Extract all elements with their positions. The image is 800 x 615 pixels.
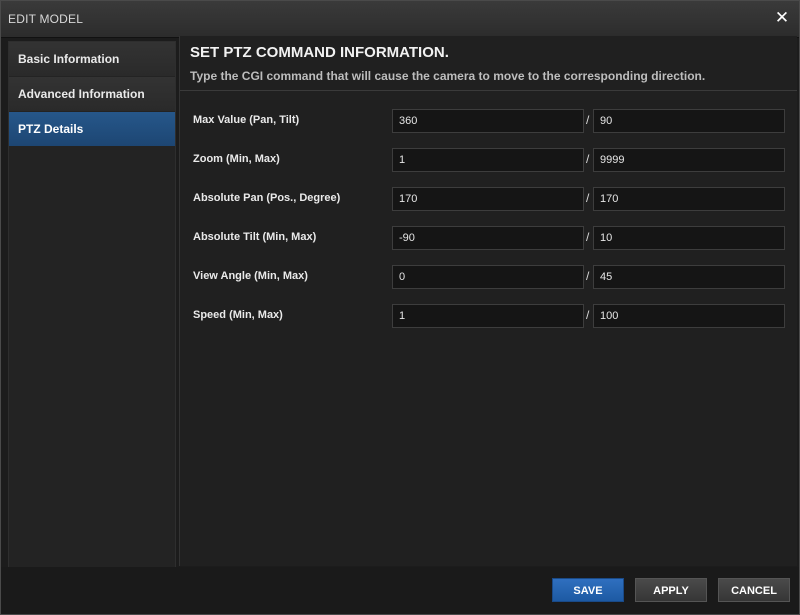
sidebar-item-ptz-details[interactable]: PTZ Details xyxy=(9,112,175,146)
sidebar-item-label: Advanced Information xyxy=(18,87,145,101)
title-bar: EDIT MODEL ✕ xyxy=(1,1,799,38)
edit-model-dialog: EDIT MODEL ✕ Basic Information Advanced … xyxy=(0,0,800,615)
view-angle-min-field[interactable]: 0 xyxy=(392,265,584,289)
form-row-view-angle: View Angle (Min, Max) 0 / 45 xyxy=(180,265,797,289)
absolute-tilt-min-field[interactable]: -90 xyxy=(392,226,584,250)
row-label: View Angle (Min, Max) xyxy=(193,270,308,282)
row-label: Speed (Min, Max) xyxy=(193,309,283,321)
max-pan-field[interactable]: 360 xyxy=(392,109,584,133)
cancel-button[interactable]: CANCEL xyxy=(718,578,790,602)
page-title: SET PTZ COMMAND INFORMATION. xyxy=(190,44,449,61)
view-angle-max-field[interactable]: 45 xyxy=(593,265,785,289)
sidebar-item-advanced-information[interactable]: Advanced Information xyxy=(9,77,175,111)
sidebar-item-label: PTZ Details xyxy=(18,122,84,136)
absolute-tilt-max-field[interactable]: 10 xyxy=(593,226,785,250)
row-label: Max Value (Pan, Tilt) xyxy=(193,114,300,126)
absolute-pan-pos-field[interactable]: 170 xyxy=(392,187,584,211)
speed-min-field[interactable]: 1 xyxy=(392,304,584,328)
row-label: Absolute Tilt (Min, Max) xyxy=(193,231,317,243)
separator-slash: / xyxy=(586,308,590,322)
page-description: Type the CGI command that will cause the… xyxy=(190,69,706,83)
dialog-footer: SAVE APPLY CANCEL xyxy=(1,567,799,614)
zoom-min-field[interactable]: 1 xyxy=(392,148,584,172)
separator-slash: / xyxy=(586,269,590,283)
speed-max-field[interactable]: 100 xyxy=(593,304,785,328)
sidebar: Basic Information Advanced Information P… xyxy=(8,41,176,568)
close-icon[interactable]: ✕ xyxy=(773,9,791,27)
form-row-max-value: Max Value (Pan, Tilt) 360 / 90 xyxy=(180,109,797,133)
dialog-title: EDIT MODEL xyxy=(8,12,84,26)
form-row-absolute-tilt: Absolute Tilt (Min, Max) -90 / 10 xyxy=(180,226,797,250)
sidebar-item-basic-information[interactable]: Basic Information xyxy=(9,42,175,76)
save-button[interactable]: SAVE xyxy=(552,578,624,602)
apply-button[interactable]: APPLY xyxy=(635,578,707,602)
separator-slash: / xyxy=(586,191,590,205)
max-tilt-field[interactable]: 90 xyxy=(593,109,785,133)
absolute-pan-degree-field[interactable]: 170 xyxy=(593,187,785,211)
divider xyxy=(180,90,797,91)
form-row-zoom: Zoom (Min, Max) 1 / 9999 xyxy=(180,148,797,172)
row-label: Zoom (Min, Max) xyxy=(193,153,280,165)
zoom-max-field[interactable]: 9999 xyxy=(593,148,785,172)
separator-slash: / xyxy=(586,152,590,166)
separator-slash: / xyxy=(586,230,590,244)
form-row-absolute-pan: Absolute Pan (Pos., Degree) 170 / 170 xyxy=(180,187,797,211)
separator-slash: / xyxy=(586,113,590,127)
ptz-details-panel: SET PTZ COMMAND INFORMATION. Type the CG… xyxy=(179,36,797,566)
form-row-speed: Speed (Min, Max) 1 / 100 xyxy=(180,304,797,328)
row-label: Absolute Pan (Pos., Degree) xyxy=(193,192,341,204)
sidebar-item-label: Basic Information xyxy=(18,52,120,66)
